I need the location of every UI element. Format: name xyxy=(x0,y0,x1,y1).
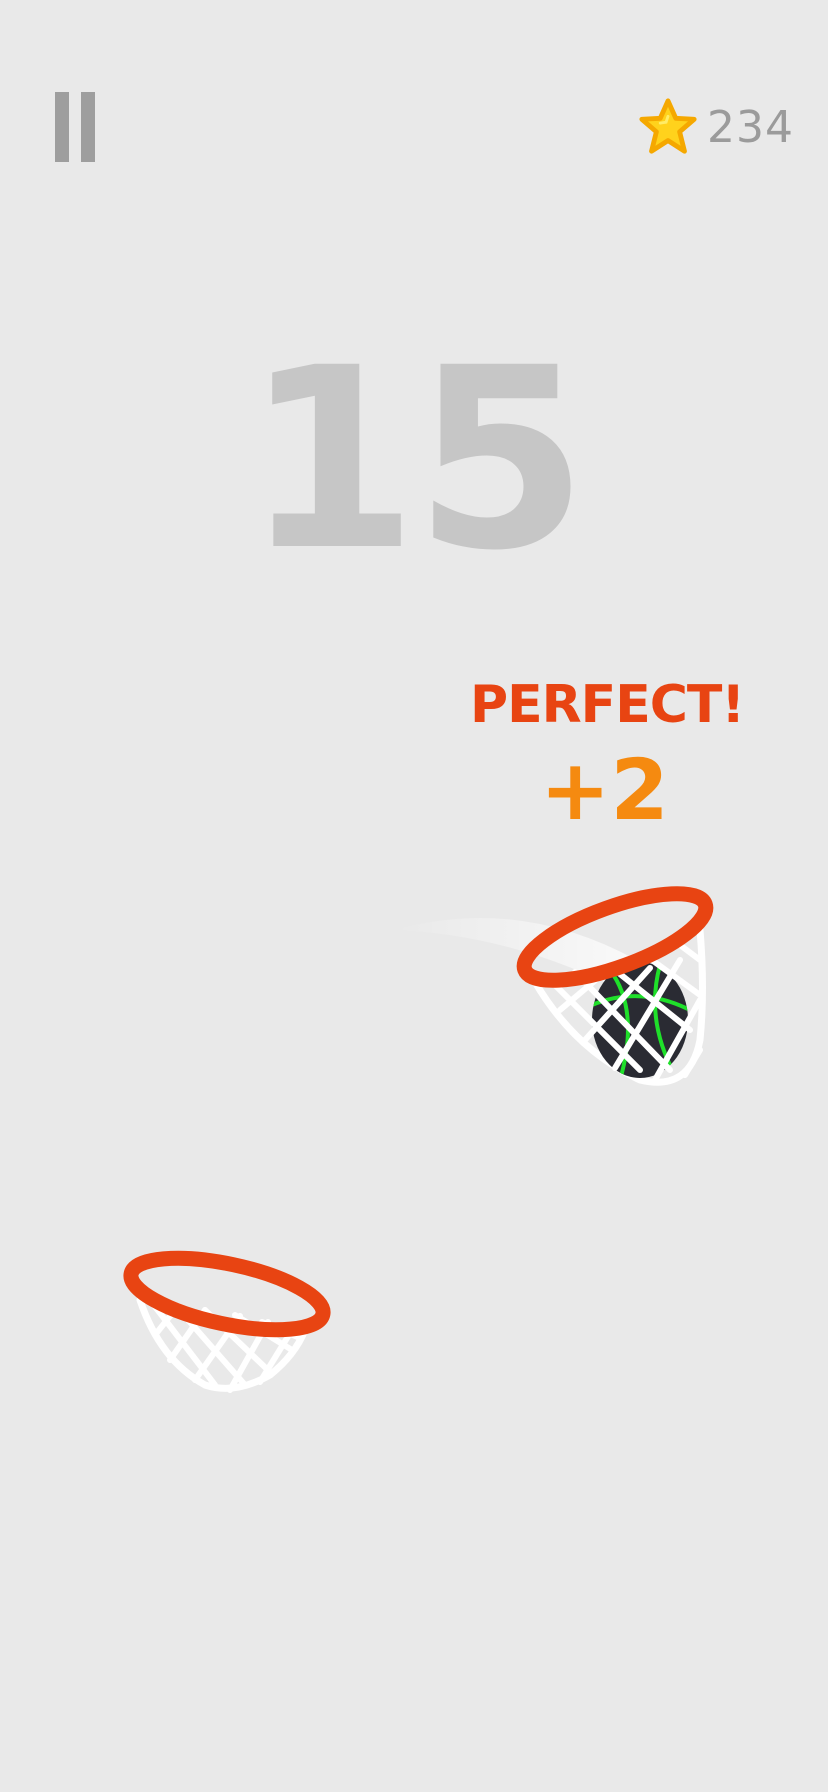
game-scene xyxy=(123,876,716,1393)
active-hoop[interactable] xyxy=(515,876,716,1086)
next-hoop[interactable] xyxy=(123,1244,331,1393)
